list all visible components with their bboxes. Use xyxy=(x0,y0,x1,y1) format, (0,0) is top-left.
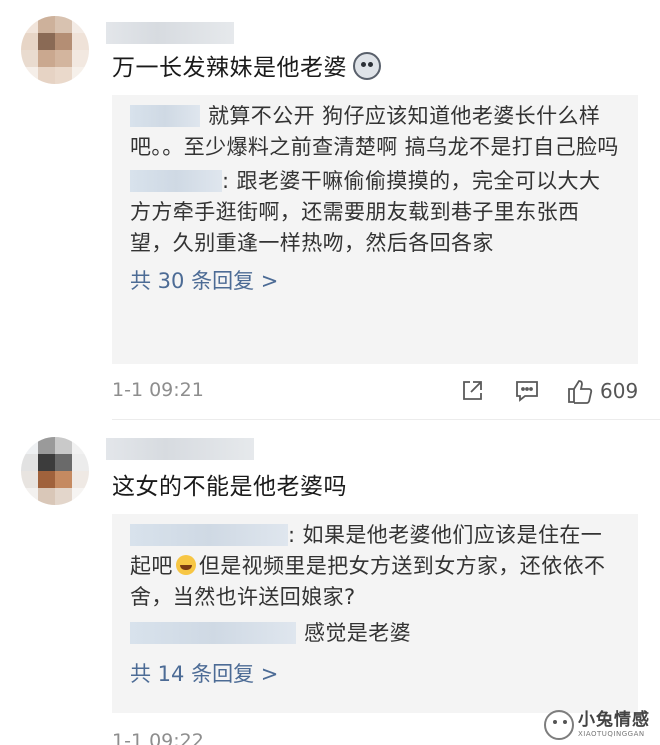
replies-box[interactable]: : 如果是他老婆他们应该是住在一起吧 但是视频里是把女方送到女方家，还依依不舍，当… xyxy=(112,514,638,713)
husky-dog-emoji-icon xyxy=(353,52,381,80)
reply-username-blurred[interactable] xyxy=(130,524,288,546)
comment-text: 这女的不能是他老婆吗 xyxy=(112,474,347,500)
comment-text: 万一长发辣妹是他老婆 xyxy=(112,52,381,83)
avatar[interactable] xyxy=(21,16,89,84)
avatar[interactable] xyxy=(21,437,89,505)
like-button[interactable]: 609 xyxy=(566,376,638,406)
reply-item[interactable]: : 如果是他老婆他们应该是住在一起吧 但是视频里是把女方送到女方家，还依依不舍，当… xyxy=(130,520,620,613)
like-count: 609 xyxy=(600,379,639,403)
watermark-text: 小兔情感 xyxy=(578,710,650,730)
watermark-logo: 小兔情感 XIAOTUQINGGAN xyxy=(544,704,660,745)
watermark-subtext: XIAOTUQINGGAN xyxy=(578,730,645,738)
comment-button[interactable] xyxy=(514,376,540,406)
comment-time: 1-1 09:22 xyxy=(112,730,204,745)
rabbit-logo-icon xyxy=(544,709,574,740)
reply-username-blurred[interactable] xyxy=(130,105,200,127)
reply-item[interactable]: : 跟老婆干嘛偷偷摸摸的，完全可以大大方方牵手逛街啊，还需要朋友载到巷子里东张西… xyxy=(130,166,620,259)
username-blurred[interactable] xyxy=(106,22,234,44)
comment-time: 1-1 09:21 xyxy=(112,379,204,401)
share-button[interactable] xyxy=(460,376,484,406)
divider xyxy=(112,419,660,420)
reply-username-blurred[interactable] xyxy=(130,622,296,644)
share-icon xyxy=(463,381,482,400)
reply-username-blurred[interactable] xyxy=(130,170,222,192)
comment-meta: 1-1 09:21 609 xyxy=(112,376,652,406)
reply-item[interactable]: 感觉是老婆 xyxy=(130,618,620,649)
laughing-emoji-icon xyxy=(175,555,196,575)
more-replies-link[interactable]: 共 30 条回复 > xyxy=(130,266,620,296)
reply-item[interactable]: 就算不公开 狗仔应该知道他老婆长什么样吧。。至少爆料之前查清楚啊 搞乌龙不是打自… xyxy=(130,101,620,163)
username-blurred[interactable] xyxy=(106,438,254,460)
replies-box[interactable]: 就算不公开 狗仔应该知道他老婆长什么样吧。。至少爆料之前查清楚啊 搞乌龙不是打自… xyxy=(112,95,638,364)
comment-icon xyxy=(516,381,538,402)
more-replies-link[interactable]: 共 14 条回复 > xyxy=(130,659,620,689)
thumbs-up-icon xyxy=(568,380,593,404)
